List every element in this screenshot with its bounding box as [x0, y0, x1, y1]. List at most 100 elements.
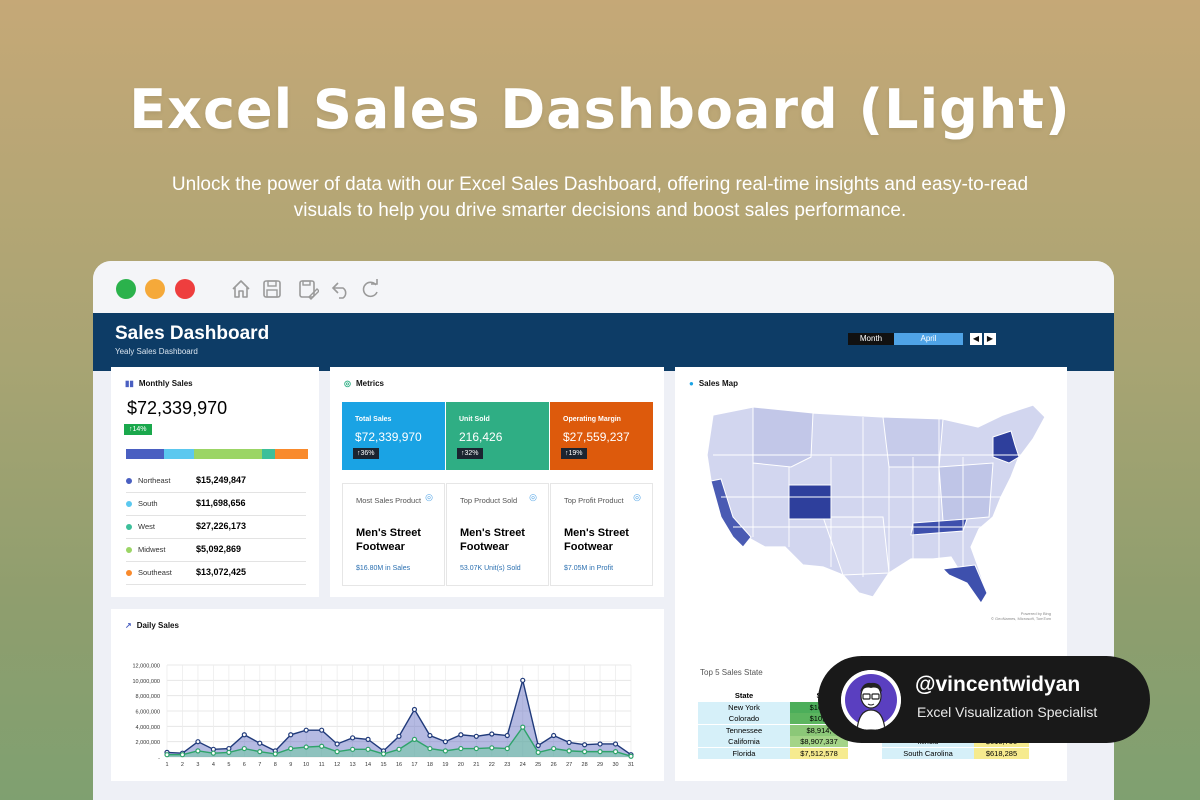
region-value: $11,698,656	[196, 498, 246, 508]
product-name: Men's Street Footwear	[356, 527, 421, 553]
us-map	[706, 404, 1046, 605]
series-point	[365, 746, 371, 752]
region-bullet-icon	[126, 501, 132, 507]
region-name: Southeast	[138, 568, 172, 577]
region-value: $13,072,425	[196, 567, 247, 577]
series-point	[458, 732, 464, 738]
x-tick-label: 6	[243, 762, 246, 768]
series-point	[427, 732, 433, 739]
profile-handle: @vincentwidyan	[915, 673, 1081, 696]
monthly-sales-change-badge: ↑14%	[124, 424, 152, 435]
series-point	[380, 751, 387, 757]
series-point	[582, 742, 588, 748]
x-tick-label: 4	[212, 762, 215, 768]
series-point	[164, 752, 170, 758]
product-tile: Top Product Sold ◎ Men's Street Footwear 53…	[446, 483, 549, 586]
region-share-segment	[126, 449, 165, 459]
kpi-label: Operating Margin	[563, 416, 621, 423]
dashboard-subtitle: Yealy Sales Dashboard	[115, 347, 198, 356]
x-tick-label: 21	[473, 762, 479, 768]
series-point	[535, 742, 541, 749]
state-florida	[941, 564, 988, 604]
y-tick-label: 6,000,000	[136, 710, 160, 716]
product-label: Top Product Sold	[460, 496, 518, 505]
map-credit: Powered by Bing © GeoNames, Microsoft, To…	[991, 611, 1051, 621]
x-tick-label: 26	[551, 762, 557, 768]
kpi-label: Unit Sold	[459, 416, 490, 423]
series-point	[566, 739, 572, 746]
series-point	[427, 745, 433, 752]
region-value: $5,092,869	[196, 544, 242, 554]
series-point	[597, 749, 603, 755]
series-point	[628, 753, 634, 759]
series-point	[582, 749, 588, 755]
x-tick-label: 22	[489, 762, 495, 768]
redo-icon[interactable]	[359, 278, 381, 300]
region-share-segment	[164, 449, 194, 459]
window-titlebar	[93, 261, 1114, 313]
product-tile: Top Profit Product ◎ Men's Street Footwear…	[550, 483, 653, 586]
series-point	[210, 750, 217, 756]
x-tick-label: 25	[535, 762, 541, 768]
table-cell-value: $618,285	[974, 747, 1029, 759]
kpi-tile: Unit Sold 216,426 ↑32%	[446, 402, 549, 470]
save-icon[interactable]	[261, 278, 283, 300]
region-share-bar	[126, 449, 308, 459]
table-cell-value: $7,512,578	[790, 747, 848, 759]
save-as-icon[interactable]	[297, 278, 320, 300]
window-red-button[interactable]	[175, 279, 195, 299]
x-tick-label: 2	[181, 762, 184, 768]
kpi-label: Total Sales	[355, 416, 392, 423]
series-point	[365, 736, 371, 742]
x-tick-label: 5	[227, 762, 230, 768]
avatar	[841, 670, 901, 730]
table-cell-state: Tennessee	[698, 724, 790, 736]
prev-month-button[interactable]: ◀	[970, 333, 982, 345]
region-share-segment	[275, 449, 308, 459]
monthly-sales-total: $72,339,970	[127, 398, 228, 418]
hero-subtitle: Unlock the power of data with our Excel …	[171, 174, 1029, 221]
series-point	[396, 733, 402, 739]
sales-map-heading: ● Sales Map	[689, 379, 738, 388]
x-tick-label: 24	[520, 762, 526, 768]
series-point	[411, 706, 418, 713]
table-cell-state: California	[698, 736, 790, 747]
metrics-heading: ◎ Metrics	[344, 379, 384, 388]
x-tick-label: 19	[442, 762, 448, 768]
product-label: Most Sales Product	[356, 496, 422, 505]
x-tick-label: 18	[427, 762, 433, 768]
region-bullet-icon	[126, 524, 132, 530]
region-value: $15,249,847	[196, 475, 247, 485]
metrics-title: Metrics	[355, 379, 384, 388]
region-row: Northeast $15,249,847	[126, 471, 306, 493]
next-month-button[interactable]: ▶	[984, 333, 996, 345]
x-tick-label: 29	[597, 762, 603, 768]
product-name: Men's Street Footwear	[460, 527, 525, 553]
window-yellow-button[interactable]	[145, 279, 165, 299]
product-footnote: $16.80M in Sales	[356, 565, 411, 572]
home-icon[interactable]	[230, 278, 252, 300]
x-tick-label: 13	[350, 762, 356, 768]
series-point	[288, 745, 294, 752]
window-green-button[interactable]	[116, 279, 136, 299]
region-share-segment	[193, 449, 263, 459]
dashboard-title: Sales Dashboard	[115, 323, 270, 344]
kpi-tile: Operating Margin $27,559,237 ↑19%	[550, 402, 653, 470]
sales-map-title: Sales Map	[698, 379, 738, 388]
series-point	[504, 732, 510, 739]
region-row: South $11,698,656	[126, 494, 306, 516]
period-select[interactable]: April	[894, 333, 963, 345]
undo-icon[interactable]	[330, 278, 352, 300]
x-tick-label: 14	[365, 762, 371, 768]
table-header-state: State	[698, 690, 790, 701]
region-row: West $27,226,173	[126, 517, 306, 539]
series-point	[473, 745, 479, 752]
series-point	[288, 732, 294, 738]
target-icon: ◎	[633, 492, 641, 502]
state-colorado	[788, 484, 832, 520]
series-point	[458, 745, 464, 752]
product-tile: Most Sales Product ◎ Men's Street Footwear…	[342, 483, 445, 586]
map-shading-southeast	[938, 462, 994, 522]
series-point	[179, 752, 186, 758]
x-tick-label: 12	[334, 762, 340, 768]
